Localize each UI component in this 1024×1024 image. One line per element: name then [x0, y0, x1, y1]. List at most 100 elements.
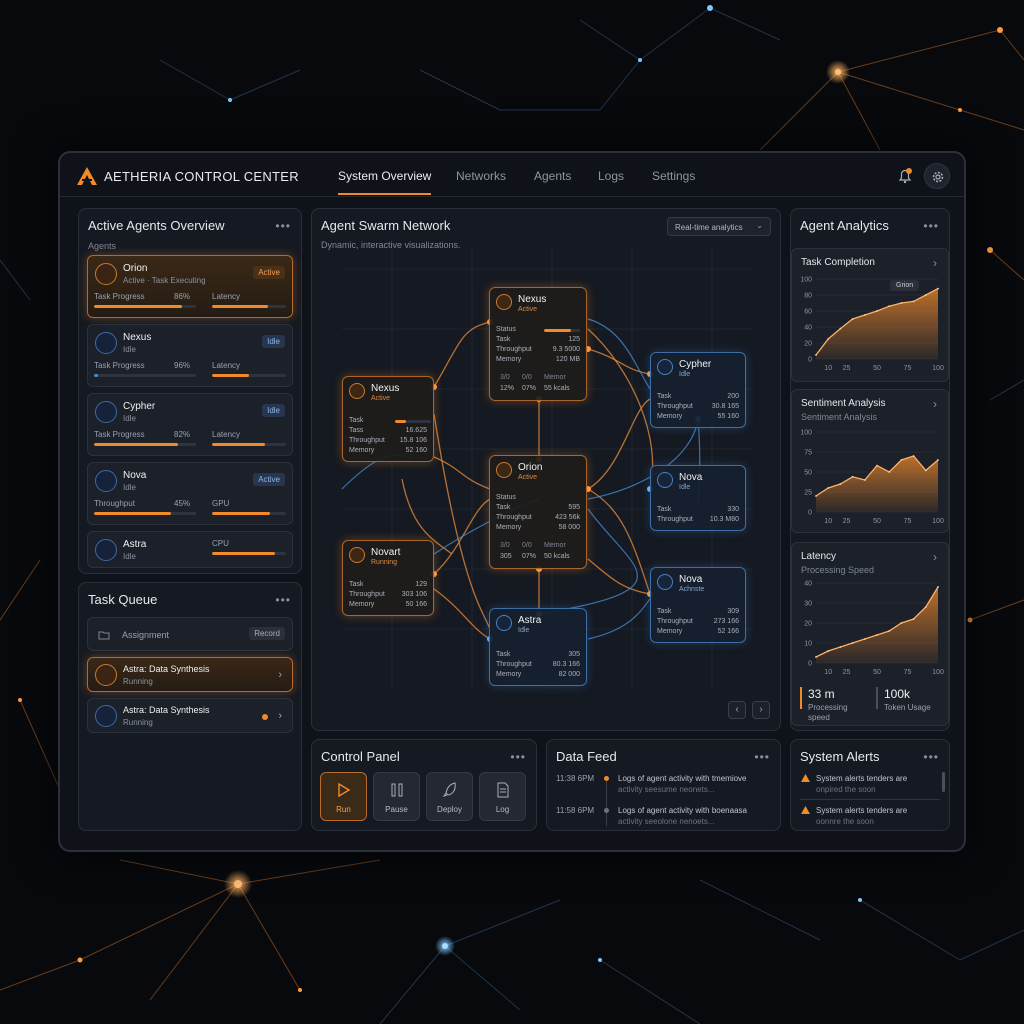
metric-value: 96% [174, 361, 191, 370]
more-icon[interactable]: ••• [510, 750, 526, 764]
y-tick-label: 25 [804, 490, 812, 497]
foot-header: 0/0 [522, 542, 532, 549]
run-button[interactable]: Run [320, 772, 367, 821]
agent-card-nova[interactable]: Nova Idle Active Throughput 45% GPU [87, 462, 293, 525]
timeline-line [606, 776, 607, 826]
y-tick-label: 0 [808, 510, 812, 517]
node-status: Active [518, 474, 538, 481]
record-button[interactable]: Record [249, 627, 285, 640]
row-label: Throughput [657, 618, 693, 625]
node-name: Novart [371, 547, 401, 558]
more-icon[interactable]: ••• [275, 219, 291, 233]
foot-header: 3/0 [500, 542, 510, 549]
latency-bar [212, 305, 286, 308]
network-node-nexus-2[interactable]: Nexus Active Task Tass 16.625 Throughput 1… [342, 376, 434, 462]
panel-title: Active Agents Overview [88, 218, 225, 233]
warning-icon [801, 774, 810, 782]
chevron-right-icon[interactable]: › [933, 397, 938, 411]
chevron-left-icon[interactable]: ‹ [728, 701, 746, 719]
row-label: Throughput [657, 403, 693, 410]
panel-title: Agent Analytics [800, 218, 889, 233]
y-tick-label: 60 [804, 309, 812, 316]
settings-gear-button[interactable] [924, 163, 950, 189]
control-panel: Control Panel ••• Run Pause Deploy Log [311, 739, 537, 831]
chevron-right-icon[interactable]: › [933, 256, 938, 270]
row-label: Task [349, 581, 364, 588]
card-subtitle: Processing Speed [801, 565, 875, 575]
nav-system-overview[interactable]: System Overview [338, 169, 432, 195]
folder-icon [98, 631, 110, 640]
chevron-right-icon[interactable]: › [752, 701, 770, 719]
agent-card-nexus[interactable]: Nexus Idle Idle Task Progress 96% Latenc… [87, 324, 293, 387]
task-header-row: Assignment Record [87, 617, 293, 651]
document-icon [497, 782, 509, 798]
agent-card-cypher[interactable]: Cypher Idle Idle Task Progress 82% Laten… [87, 393, 293, 456]
more-icon[interactable]: ••• [923, 750, 939, 764]
more-icon[interactable]: ••• [754, 750, 770, 764]
rocket-icon [443, 782, 456, 797]
gpu-fill [212, 512, 270, 515]
series-area [816, 587, 938, 663]
chevron-right-icon[interactable]: › [278, 710, 282, 722]
task-item[interactable]: Astra: Data Synthesis Running › [87, 657, 293, 692]
metric-value: 86% [174, 292, 191, 301]
row-label: Task [349, 417, 364, 424]
latency-bar [212, 374, 286, 377]
foot-value: 07% [522, 385, 537, 392]
nav-networks[interactable]: Networks [456, 169, 506, 183]
data-point [863, 314, 866, 316]
latency-card[interactable]: Latency Processing Speed › 0 10 20 30 40 10 25… [791, 542, 949, 726]
feed-text: activity seeolone nenoets... [618, 817, 715, 826]
network-node-astra[interactable]: Astra Idle Task 305 Throughput 80.3 166 Me… [489, 608, 587, 686]
bell-icon[interactable] [898, 168, 912, 184]
chevron-right-icon[interactable]: › [278, 669, 282, 681]
foot-value: 12% [500, 385, 515, 392]
foot-value: 305 [500, 553, 512, 560]
data-point [912, 618, 915, 620]
node-icon [657, 359, 673, 375]
more-icon[interactable]: ••• [923, 219, 939, 233]
stat-value: 100k [884, 687, 911, 701]
network-node-orion[interactable]: Orion Active Status Task 595 Throughput 42… [489, 455, 587, 569]
metric-label: Latency [212, 292, 241, 301]
network-node-nova-2[interactable]: Nova Achnste Task 309 Throughput 273 166 M… [650, 567, 746, 643]
pause-button[interactable]: Pause [373, 772, 420, 821]
sentiment-analysis-card[interactable]: Sentiment Analysis Sentiment Analysis › … [791, 389, 949, 533]
row-value: 52 166 [717, 628, 739, 635]
task-icon [95, 664, 117, 686]
row-value: 305 [568, 651, 580, 658]
nav-logs[interactable]: Logs [598, 169, 624, 183]
row-value: 10.3 M80 [709, 516, 739, 523]
network-node-nova[interactable]: Nova Idle Task 330 Throughput 10.3 M80 [650, 465, 746, 531]
row-label: Tass [349, 427, 364, 434]
agent-name: Nova [123, 470, 147, 481]
agent-card-astra[interactable]: Astra Idle CPU [87, 531, 293, 568]
task-item[interactable]: Astra: Data Synthesis Running › [87, 698, 293, 733]
deploy-button[interactable]: Deploy [426, 772, 473, 821]
feed-time: 11:38 6PM [556, 774, 595, 783]
nav-settings[interactable]: Settings [652, 169, 695, 183]
metric-label: GPU [212, 499, 230, 508]
feed-text: Logs of agent activity with tmemiove [618, 774, 747, 783]
row-label: Task [496, 651, 511, 658]
scrollbar[interactable] [942, 772, 945, 792]
data-point [900, 459, 903, 461]
log-button[interactable]: Log [479, 772, 526, 821]
row-label: Throughput [496, 661, 532, 668]
task-completion-card[interactable]: Task Completion › 0 20 40 60 80 100 10 25 50 75 10… [791, 248, 949, 382]
network-node-novart[interactable]: Novart Running Task 129 Throughput 303 106… [342, 540, 434, 616]
data-point [815, 495, 817, 497]
network-node-nexus[interactable]: Nexus Active Status Task 125 Throughput 9.… [489, 287, 587, 401]
agent-name: Nexus [123, 332, 152, 343]
progress-bar [94, 443, 196, 446]
network-node-cypher[interactable]: Cypher Idle Task 200 Throughput 30.8 165 M… [650, 352, 746, 428]
task-queue-panel: Task Queue ••• Assignment Record Astra: … [78, 582, 302, 831]
data-point [937, 459, 939, 461]
row-value: 273 166 [713, 618, 739, 625]
agent-card-orion[interactable]: Orion Active · Task Executing Active Tas… [87, 255, 293, 318]
agent-avatar-icon [95, 332, 117, 354]
cpu-fill [212, 552, 275, 555]
more-icon[interactable]: ••• [275, 593, 291, 607]
chevron-right-icon[interactable]: › [933, 550, 938, 564]
nav-agents[interactable]: Agents [534, 169, 571, 183]
